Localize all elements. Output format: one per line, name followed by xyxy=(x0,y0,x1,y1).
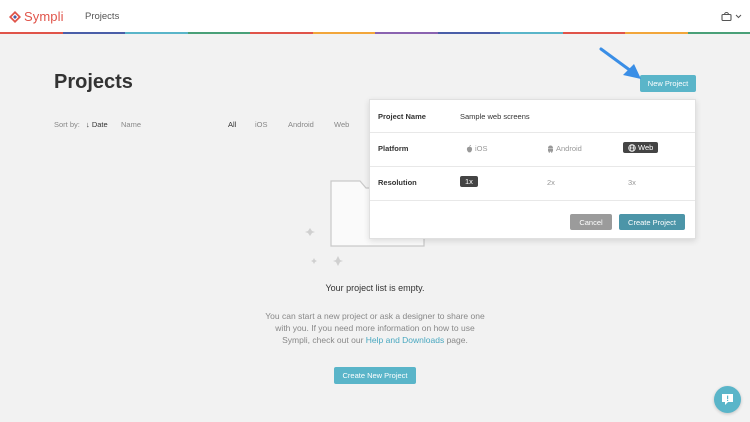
stripe-segment xyxy=(312,32,375,34)
project-name-row: Project Name Sample web screens xyxy=(370,100,695,133)
stripe-segment xyxy=(625,32,688,34)
platform-row: Platform iOS Android Web xyxy=(370,133,695,167)
sympli-logo[interactable]: Sympli xyxy=(9,9,64,24)
filter-all[interactable]: All xyxy=(228,120,236,129)
filter-ios[interactable]: iOS xyxy=(255,120,268,129)
filter-web[interactable]: Web xyxy=(334,120,349,129)
color-stripe xyxy=(0,32,750,34)
resolution-row: Resolution 1x 2x 3x xyxy=(370,167,695,201)
new-project-button[interactable]: New Project xyxy=(640,75,696,92)
resolution-option-1x[interactable]: 1x xyxy=(460,176,478,187)
platform-label: Platform xyxy=(378,144,409,153)
globe-icon xyxy=(628,143,636,152)
empty-state-title: Your project list is empty. xyxy=(325,283,425,293)
new-project-popup: Project Name Sample web screens Platform… xyxy=(369,99,696,239)
chevron-down-icon xyxy=(735,14,742,18)
empty-state-description: You can start a new project or ask a des… xyxy=(265,311,485,345)
support-chat-button[interactable] xyxy=(714,386,741,413)
stripe-segment xyxy=(500,32,563,34)
page-title: Projects xyxy=(54,71,133,93)
resolution-option-3x[interactable]: 3x xyxy=(628,178,636,187)
sort-by-label: Sort by: xyxy=(54,120,80,129)
create-new-project-button[interactable]: Create New Project xyxy=(334,367,416,384)
resolution-label: Resolution xyxy=(378,178,417,187)
stripe-segment xyxy=(437,32,500,34)
stripe-segment xyxy=(125,32,188,34)
project-name-label: Project Name xyxy=(378,112,426,121)
platform-option-android[interactable]: Android xyxy=(547,144,582,153)
android-icon xyxy=(548,145,553,153)
apple-icon xyxy=(466,144,473,152)
stripe-segment xyxy=(187,32,250,34)
chat-bubble-icon xyxy=(722,394,733,405)
filter-android[interactable]: Android xyxy=(288,120,314,129)
user-icon xyxy=(721,11,732,21)
stripe-segment xyxy=(62,32,125,34)
nav-projects-link[interactable]: Projects xyxy=(85,11,119,22)
user-menu[interactable] xyxy=(721,11,742,21)
cancel-button[interactable]: Cancel xyxy=(570,214,612,230)
logo-text: Sympli xyxy=(24,9,64,24)
sort-date-option[interactable]: ↓ Date xyxy=(86,120,108,129)
arrow-down-icon: ↓ xyxy=(86,120,90,129)
help-downloads-link[interactable]: Help and Downloads xyxy=(366,335,444,345)
arrow-pointer-icon xyxy=(599,47,641,79)
sympli-logo-icon xyxy=(9,10,21,23)
platform-option-ios[interactable]: iOS xyxy=(466,144,488,153)
create-project-button[interactable]: Create Project xyxy=(619,214,685,230)
stripe-segment xyxy=(250,32,313,34)
platform-option-web[interactable]: Web xyxy=(623,142,659,153)
stripe-segment xyxy=(687,32,750,34)
stripe-segment xyxy=(375,32,438,34)
project-name-input[interactable]: Sample web screens xyxy=(460,112,530,121)
stripe-segment xyxy=(562,32,625,34)
sort-name-option[interactable]: Name xyxy=(121,120,141,129)
stripe-segment xyxy=(0,32,63,34)
top-bar: Sympli Projects xyxy=(0,0,750,32)
resolution-option-2x[interactable]: 2x xyxy=(547,178,555,187)
